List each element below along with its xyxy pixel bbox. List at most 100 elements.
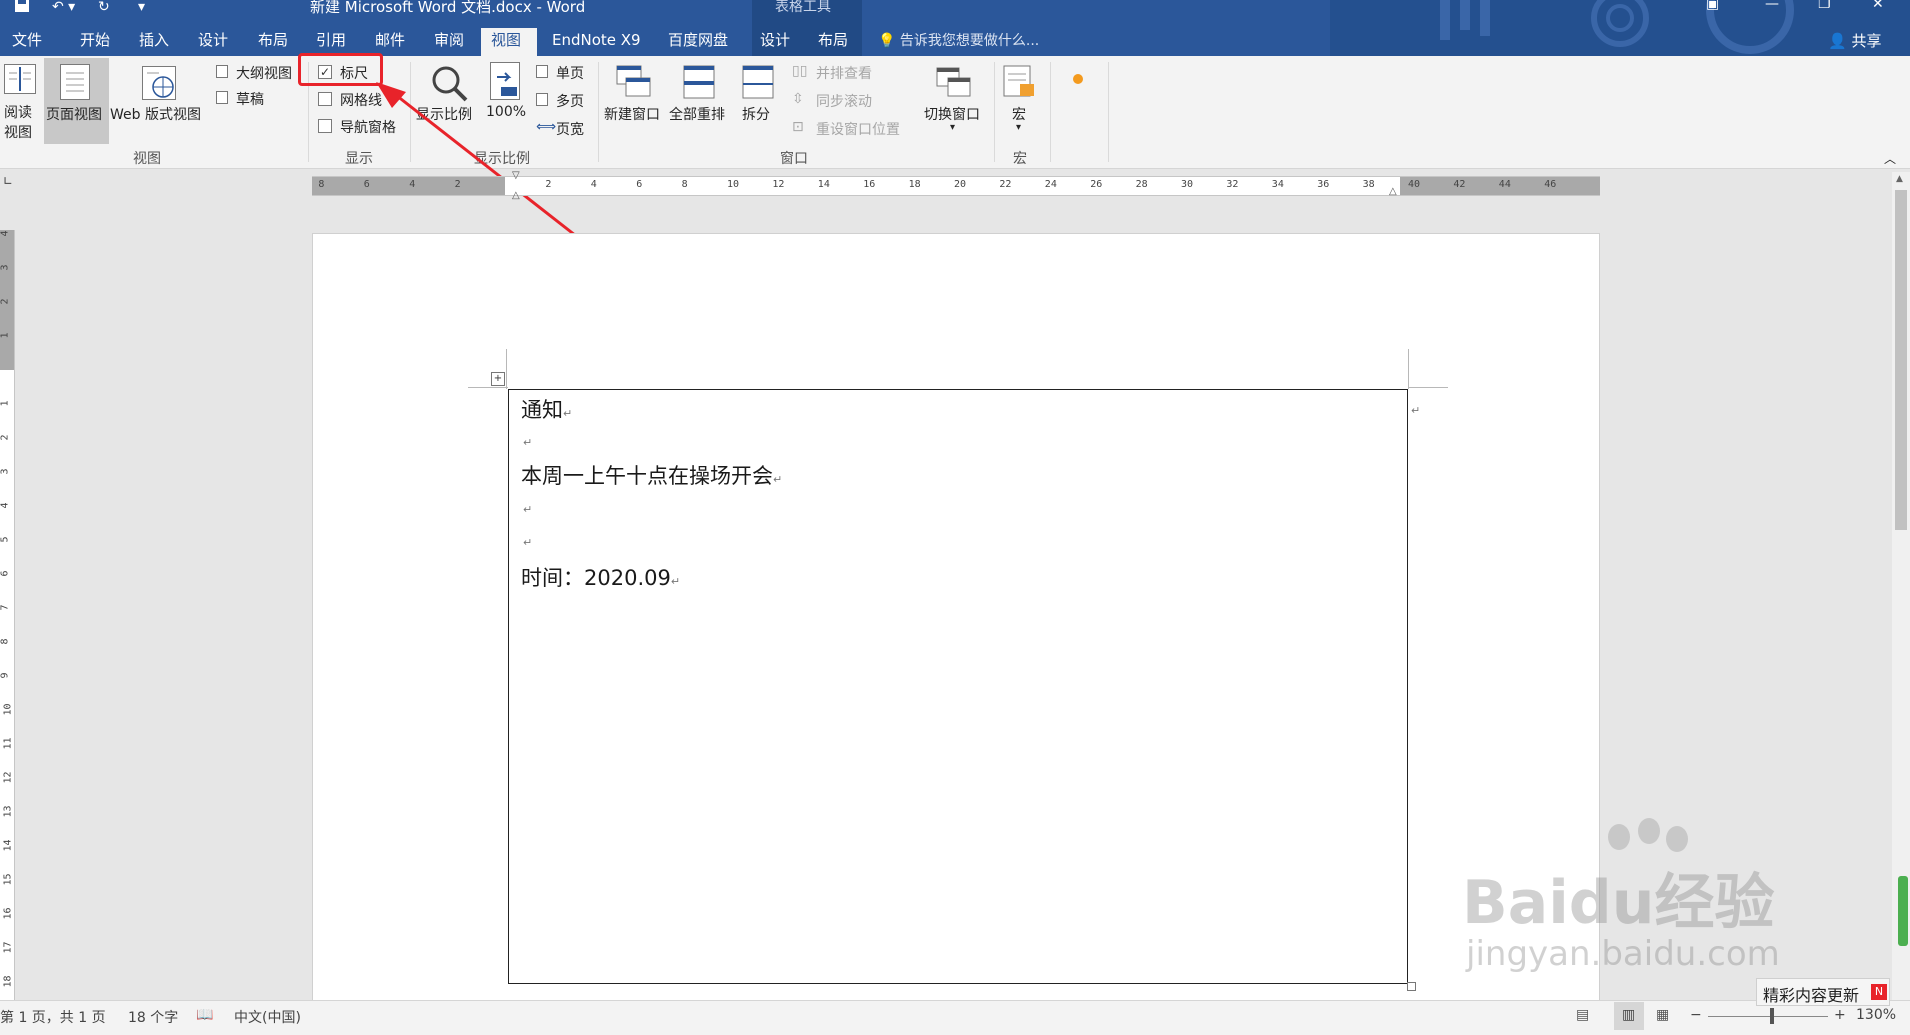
ribbon-display-icon[interactable]: ▣ — [1706, 0, 1719, 12]
tab-home[interactable]: 开始 — [70, 28, 120, 56]
tab-mailings[interactable]: 邮件 — [365, 28, 415, 56]
tab-baidu-netdisk[interactable]: 百度网盘 — [658, 28, 738, 56]
tab-view[interactable]: 视图 — [481, 28, 537, 56]
zoom-level[interactable]: 130% — [1856, 1007, 1896, 1023]
vruler-number: 16 — [2, 907, 14, 920]
doc-line-body[interactable]: 本周一上午十点在操场开会↵ — [521, 460, 782, 490]
read-mode-button[interactable]: 阅读 视图 — [2, 60, 40, 141]
scroll-thumb[interactable] — [1895, 190, 1907, 530]
ruler-number: 18 — [908, 179, 921, 190]
proofing-icon[interactable]: 📖 — [196, 1007, 213, 1023]
table-resize-handle-icon[interactable] — [1407, 982, 1416, 991]
baidu-watermark: Baidu经验 jingyan.baidu.com — [1462, 818, 1807, 974]
vruler-number: 13 — [2, 805, 14, 818]
group-separator — [598, 62, 599, 162]
vertical-ruler[interactable]: 4 3 2 1 1 2 3 4 5 6 7 8 9 10 11 12 13 14 15 16 17 18 — [0, 230, 15, 1000]
tab-review[interactable]: 审阅 — [424, 28, 474, 56]
restore-icon[interactable]: ❐ — [1818, 0, 1831, 12]
scroll-up-icon[interactable]: ▲ — [1896, 174, 1903, 184]
addin-dot-icon[interactable] — [1073, 74, 1083, 84]
reset-position-button[interactable]: ⊡ 重设窗口位置 — [792, 119, 912, 139]
word-count[interactable]: 18 个字 — [128, 1007, 178, 1027]
ruler-number: 16 — [863, 179, 876, 190]
vruler-number: 2 — [0, 298, 11, 305]
horizontal-ruler[interactable]: 8 6 4 2 2 4 6 8 10 12 14 16 18 20 22 24 26 28 30 32 34 36 38 40… — [312, 176, 1600, 196]
group-separator — [1108, 62, 1109, 162]
zoom-slider[interactable] — [1708, 1016, 1828, 1017]
split-button[interactable]: 拆分 — [736, 60, 780, 140]
print-layout-status-icon: ▥ — [1622, 1007, 1636, 1023]
tab-layout[interactable]: 布局 — [248, 28, 298, 56]
outline-button[interactable]: 大纲视图 — [216, 63, 306, 83]
draft-button[interactable]: 草稿 — [216, 89, 276, 109]
tab-insert[interactable]: 插入 — [129, 28, 179, 56]
ruler-number: 20 — [954, 179, 967, 190]
vruler-number: 14 — [2, 839, 14, 852]
share-button[interactable]: 👤 共享 — [1828, 30, 1881, 51]
tab-table-design[interactable]: 设计 — [750, 28, 800, 56]
annotation-arrow-icon — [376, 82, 581, 241]
macros-button[interactable]: 宏 ▾ — [998, 60, 1042, 140]
tab-references[interactable]: 引用 — [306, 28, 356, 56]
zoom-out-icon[interactable]: − — [1690, 1007, 1702, 1023]
right-indent-icon[interactable]: △ — [1389, 186, 1397, 197]
new-window-button[interactable]: 新建窗口 — [602, 60, 666, 140]
ruler-number: 42 — [1453, 179, 1466, 190]
tab-table-layout[interactable]: 布局 — [808, 28, 858, 56]
page-count[interactable]: 第 1 页，共 1 页 — [0, 1007, 106, 1027]
collapse-ribbon-icon[interactable]: ︿ — [1884, 150, 1896, 167]
one-page-button[interactable]: 单页 — [536, 63, 596, 83]
print-layout-button[interactable]: 页面视图 — [44, 58, 109, 144]
doc-line-time[interactable]: 时间：2020.09↵ — [521, 562, 680, 592]
tab-design[interactable]: 设计 — [188, 28, 238, 56]
new-badge-icon: N — [1871, 984, 1887, 1000]
read-mode-status-icon[interactable]: ▤ — [1576, 1007, 1589, 1023]
customize-icon[interactable]: ▾ — [138, 0, 145, 14]
arrange-all-button[interactable]: 全部重排 — [667, 60, 731, 140]
hanging-indent-icon[interactable]: △ — [512, 190, 520, 201]
ruler-number: 24 — [1044, 179, 1057, 190]
ruler-number: 8 — [318, 179, 325, 190]
views-group-label: 视图 — [133, 151, 161, 167]
notice-table[interactable]: 通知↵ ↵ 本周一上午十点在操场开会↵ ↵ ↵ 时间：2020.09↵ — [508, 389, 1408, 984]
undo-icon[interactable]: ↶ ▾ — [52, 0, 75, 14]
print-layout-status-button[interactable]: ▥ — [1614, 1002, 1644, 1030]
close-icon[interactable]: ✕ — [1872, 0, 1884, 12]
switch-windows-button[interactable]: 切换窗口 ▾ — [920, 60, 990, 140]
minimize-icon[interactable]: — — [1765, 0, 1779, 12]
update-badge[interactable]: 精彩内容更新 N — [1756, 978, 1890, 1006]
zoom-in-icon[interactable]: + — [1834, 1007, 1846, 1023]
tab-file[interactable]: 文件 — [2, 28, 52, 56]
window-title: 新建 Microsoft Word 文档.docx - Word — [310, 0, 586, 16]
ruler-number: 10 — [727, 179, 740, 190]
zoom-slider-thumb[interactable] — [1770, 1008, 1774, 1024]
sync-scroll-button[interactable]: ⇳ 同步滚动 — [792, 91, 892, 111]
tell-me-box[interactable]: 💡 告诉我您想要做什么... — [878, 30, 1039, 50]
first-line-indent-icon[interactable]: ▽ — [512, 170, 520, 181]
vruler-number: 10 — [2, 703, 14, 716]
web-layout-status-icon[interactable]: ▦ — [1656, 1007, 1669, 1023]
language-indicator[interactable]: 中文(中国) — [234, 1007, 301, 1027]
ruler-number: 2 — [545, 179, 552, 190]
document-page[interactable]: + 通知↵ ↵ 本周一上午十点在操场开会↵ ↵ ↵ 时间：2020.09↵ ↵ — [312, 233, 1600, 1013]
split-label: 拆分 — [742, 107, 770, 123]
ruler-number: 6 — [636, 179, 643, 190]
vruler-number: 4 — [0, 230, 11, 237]
tab-endnote[interactable]: EndNote X9 — [542, 28, 651, 56]
ruler-number: 40 — [1408, 179, 1421, 190]
web-layout-button[interactable]: Web 版式视图 — [110, 60, 210, 140]
tab-selector-icon[interactable]: ∟ — [0, 174, 16, 194]
macros-group-label: 宏 — [1013, 151, 1027, 167]
side-by-side-button[interactable]: ▯▯ 并排查看 — [792, 63, 892, 83]
ruler-number: 46 — [1544, 179, 1557, 190]
vruler-number: 12 — [2, 771, 14, 784]
table-move-handle-icon[interactable]: + — [491, 372, 505, 386]
gridlines-check-icon — [318, 92, 332, 106]
redo-icon[interactable]: ↻ — [98, 0, 110, 14]
side-by-side-icon: ▯▯ — [792, 63, 808, 79]
watermark-brand: Baidu经验 — [1462, 868, 1775, 938]
save-icon[interactable] — [14, 0, 30, 14]
person-icon: 👤 — [1828, 32, 1847, 50]
doc-line-title[interactable]: 通知↵ — [521, 394, 572, 424]
vruler-number: 1 — [0, 332, 11, 339]
